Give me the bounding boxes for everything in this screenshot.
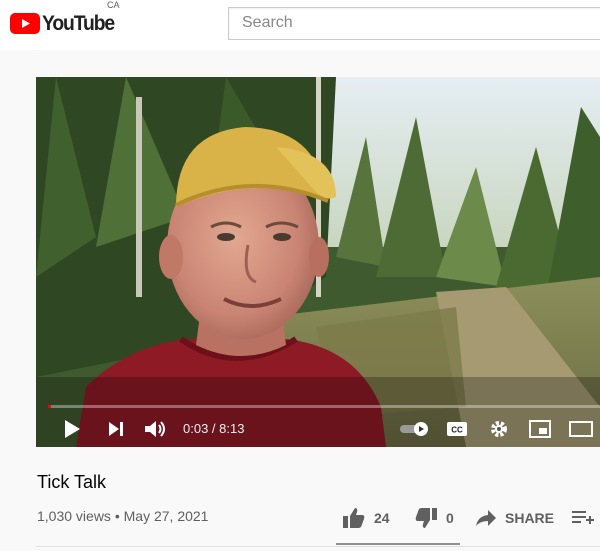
upload-date: May 27, 2021 <box>123 508 209 524</box>
captions-icon: CC <box>447 422 467 436</box>
video-title: Tick Talk <box>37 472 107 492</box>
svg-text:CC: CC <box>451 426 463 435</box>
autoplay-toggle[interactable] <box>398 415 432 443</box>
progress-bar[interactable] <box>48 405 600 408</box>
divider <box>36 546 600 547</box>
meta-separator: • <box>114 508 120 524</box>
like-count: 24 <box>374 510 390 526</box>
youtube-logo-icon <box>10 13 40 34</box>
volume-icon <box>145 421 165 437</box>
settings-button[interactable] <box>484 415 514 443</box>
captions-button[interactable]: CC <box>442 415 472 443</box>
theater-mode-button[interactable] <box>566 415 596 443</box>
next-icon <box>109 422 123 436</box>
save-playlist-icon <box>572 511 594 524</box>
dislike-button[interactable]: 0 <box>414 503 454 533</box>
like-ratio-bar <box>336 543 460 545</box>
video-frame <box>36 77 600 447</box>
video-meta: 1,030 views • May 27, 2021 <box>37 508 208 524</box>
settings-gear-icon <box>491 421 507 437</box>
masthead: YouTube CA Search <box>0 0 600 50</box>
search-placeholder: Search <box>242 14 293 31</box>
save-button[interactable] <box>571 503 595 533</box>
share-label: SHARE <box>505 510 555 526</box>
play-icon <box>65 420 80 438</box>
like-button[interactable]: 24 <box>342 503 390 533</box>
dislike-count: 0 <box>446 510 454 526</box>
share-button[interactable]: SHARE <box>475 503 554 533</box>
thumbs-up-icon <box>343 508 365 528</box>
country-code: CA <box>107 0 120 10</box>
next-button[interactable] <box>101 415 131 443</box>
miniplayer-icon <box>529 420 551 438</box>
player-controls: 0:03 / 8:13 CC <box>36 411 600 447</box>
view-count: 1,030 views <box>37 508 111 524</box>
video-player[interactable]: 0:03 / 8:13 CC <box>36 77 600 447</box>
miniplayer-button[interactable] <box>525 415 555 443</box>
youtube-logo[interactable]: YouTube <box>10 10 120 40</box>
play-button[interactable] <box>57 415 87 443</box>
theater-icon <box>569 421 593 437</box>
thumbs-down-icon <box>415 508 437 528</box>
progress-bar-played <box>48 405 51 408</box>
share-arrow-icon <box>476 510 496 526</box>
logo-text: YouTube <box>42 12 115 35</box>
autoplay-toggle-icon <box>400 422 428 436</box>
search-input[interactable]: Search <box>228 7 600 40</box>
time-display: 0:03 / 8:13 <box>183 421 245 436</box>
volume-button[interactable] <box>141 415 171 443</box>
